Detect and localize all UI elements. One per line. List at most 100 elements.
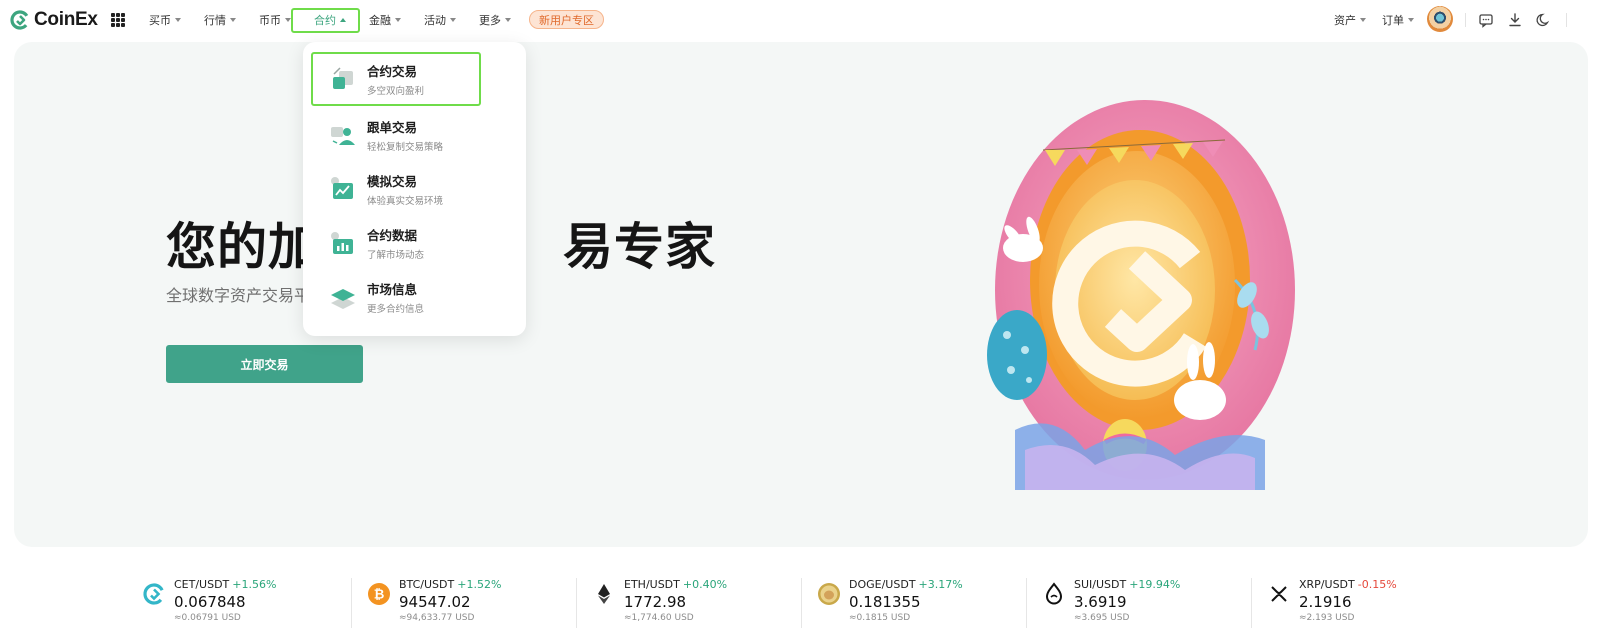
xrp-icon [1271, 586, 1287, 602]
chevron-down-icon [450, 18, 456, 22]
trade-now-button[interactable]: 立即交易 [166, 345, 363, 383]
brand-name: CoinEx [34, 9, 98, 30]
nav-item-label: 活动 [424, 14, 446, 27]
chevron-up-icon [340, 18, 346, 22]
ticker-price: 0.181355 [849, 593, 921, 611]
download-icon[interactable] [1507, 12, 1523, 28]
chat-icon[interactable] [1478, 12, 1494, 28]
menu-item-futures-data[interactable]: 合约数据 了解市场动态 [315, 216, 513, 270]
ticker-change: +3.17% [918, 578, 963, 591]
menu-item-copy-trading[interactable]: 跟单交易 轻松复制交易策略 [315, 108, 513, 162]
ticker-price: 0.067848 [174, 593, 246, 611]
divider [1566, 13, 1567, 27]
menu-item-description: 体验真实交易环境 [367, 196, 444, 207]
menu-item-description: 更多合约信息 [367, 304, 425, 315]
menu-item-demo-trading[interactable]: 模拟交易 体验真实交易环境 [315, 162, 513, 216]
nav-item-futures[interactable]: 合约 [314, 11, 346, 29]
divider [351, 578, 352, 628]
new-user-promo-button[interactable]: 新用户专区 [529, 10, 604, 29]
nav-item-markets[interactable]: 行情 [204, 11, 236, 29]
chevron-down-icon [230, 18, 236, 22]
ticker-fiat-value: ≈94,633.77 USD [399, 613, 475, 623]
sui-icon [1045, 582, 1063, 605]
ticker-btc[interactable]: ₿ BTC/USDT +1.52% 94547.02 ≈94,633.77 USD [367, 578, 592, 628]
nav-item-buy-crypto[interactable]: 买币 [149, 11, 181, 29]
ticker-change: -0.15% [1357, 578, 1397, 591]
nav-item-activities[interactable]: 活动 [424, 11, 456, 29]
ticker-change: +1.56% [232, 578, 277, 591]
menu-item-description: 轻松复制交易策略 [367, 142, 444, 153]
user-avatar[interactable] [1427, 6, 1453, 32]
menu-item-title: 合约数据 [367, 228, 418, 243]
ticker-pair: DOGE/USDT [849, 578, 916, 591]
menu-item-title: 模拟交易 [367, 174, 418, 189]
ticker-fiat-value: ≈3.695 USD [1074, 613, 1130, 623]
ticker-doge[interactable]: DOGE/USDT +3.17% 0.181355 ≈0.1815 USD [817, 578, 1042, 628]
ticker-sui[interactable]: SUI/USDT +19.94% 3.6919 ≈3.695 USD [1042, 578, 1267, 628]
demo-trade-icon [331, 177, 353, 199]
copy-trade-icon [331, 127, 355, 145]
chevron-down-icon [1360, 18, 1366, 22]
hero-title-left: 您的加 [166, 218, 319, 276]
divider [1465, 13, 1466, 27]
ticker-fiat-value: ≈1,774.60 USD [624, 613, 694, 623]
hero-title-right: 易专家 [563, 218, 716, 276]
ethereum-icon [598, 584, 610, 604]
ticker-pair: CET/USDT [174, 578, 230, 591]
chevron-down-icon [395, 18, 401, 22]
ticker-pair: SUI/USDT [1074, 578, 1127, 591]
nav-item-assets[interactable]: 资产 [1334, 11, 1366, 29]
menu-item-description: 了解市场动态 [367, 250, 425, 261]
ticker-eth[interactable]: ETH/USDT +0.40% 1772.98 ≈1,774.60 USD [592, 578, 817, 628]
nav-item-label: 金融 [369, 14, 391, 27]
nav-item-label: 合约 [314, 14, 336, 27]
dogecoin-icon [818, 583, 840, 605]
svg-text:₿: ₿ [374, 588, 385, 603]
coinex-icon [143, 583, 165, 605]
layers-icon [331, 289, 355, 309]
ticker-change: +0.40% [682, 578, 728, 591]
menu-item-title: 市场信息 [367, 282, 418, 297]
ticker-price: 1772.98 [624, 593, 687, 611]
ticker-change: +19.94% [1129, 578, 1181, 591]
chevron-down-icon [175, 18, 181, 22]
chevron-down-icon [1408, 18, 1414, 22]
coinex-logo[interactable]: CoinEx [10, 8, 98, 32]
divider [1251, 578, 1252, 628]
divider [1026, 578, 1027, 628]
chevron-down-icon [505, 18, 511, 22]
menu-item-futures-trading[interactable]: 合约交易 多空双向盈利 [311, 52, 481, 106]
ticker-xrp[interactable]: XRP/USDT -0.15% 2.1916 ≈2.193 USD [1267, 578, 1492, 628]
nav-item-more[interactable]: 更多 [479, 11, 511, 29]
ticker-price: 2.1916 [1299, 593, 1352, 611]
ticker-pair: ETH/USDT [624, 578, 680, 591]
ticker-pair: XRP/USDT [1299, 578, 1355, 591]
menu-item-title: 合约交易 [367, 64, 418, 79]
nav-item-label: 订单 [1382, 14, 1404, 27]
moon-icon[interactable] [1536, 12, 1552, 28]
menu-item-description: 多空双向盈利 [367, 86, 425, 97]
nav-item-label: 更多 [479, 14, 501, 27]
ticker-pair: BTC/USDT [399, 578, 455, 591]
easter-egg-illustration [987, 100, 1295, 490]
nav-item-spot[interactable]: 币币 [259, 11, 291, 29]
menu-item-market-info[interactable]: 市场信息 更多合约信息 [315, 270, 513, 324]
ticker-fiat-value: ≈0.06791 USD [174, 613, 241, 623]
top-navigation-bar: CoinEx 买币 行情 币币 合约 金融 活动 更多 新用户专区 资产 订单 [0, 0, 1600, 40]
ticker-cet[interactable]: CET/USDT +1.56% 0.067848 ≈0.06791 USD [142, 578, 367, 628]
bitcoin-icon: ₿ [368, 583, 390, 605]
nav-item-label: 币币 [259, 14, 281, 27]
divider [801, 578, 802, 628]
ticker-price: 3.6919 [1074, 593, 1127, 611]
futures-dropdown-menu: 合约交易 多空双向盈利 跟单交易 轻松复制交易策略 模拟交易 体验真实交易环境 [303, 42, 526, 336]
coinex-logo-icon [10, 10, 30, 30]
futures-icon [333, 67, 353, 89]
nav-item-orders[interactable]: 订单 [1382, 11, 1414, 29]
ticker-price: 94547.02 [399, 593, 471, 611]
ticker-change: +1.52% [457, 578, 502, 591]
data-chart-icon [331, 232, 353, 254]
nav-item-finance[interactable]: 金融 [369, 11, 401, 29]
ticker-fiat-value: ≈2.193 USD [1299, 613, 1355, 623]
apps-grid-icon[interactable] [111, 13, 125, 27]
menu-item-title: 跟单交易 [367, 120, 418, 135]
